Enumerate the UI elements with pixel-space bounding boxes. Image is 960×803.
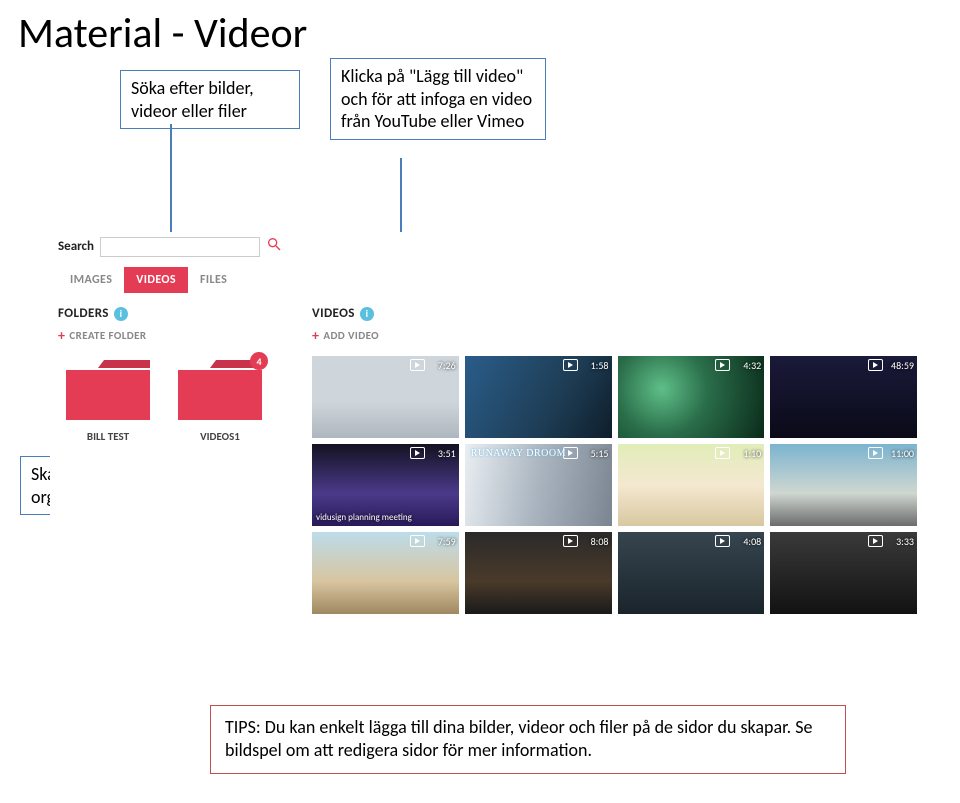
play-icon: [715, 447, 730, 459]
folders-column: FOLDERS i + CREATE FOLDER BILL TEST 4: [58, 306, 288, 614]
tab-videos[interactable]: VIDEOS: [124, 267, 188, 293]
video-duration: 1:10: [743, 447, 761, 460]
video-thumb[interactable]: 8:08: [465, 532, 612, 614]
play-icon: [868, 447, 883, 459]
content-row: FOLDERS i + CREATE FOLDER BILL TEST 4: [50, 294, 925, 614]
play-icon: [715, 535, 730, 547]
search-icon[interactable]: [266, 236, 282, 257]
folders-title: FOLDERS: [58, 306, 109, 321]
add-video-label: ADD VIDEO: [323, 329, 379, 342]
play-icon: [715, 359, 730, 371]
folder-icon: [62, 356, 154, 424]
add-video-button[interactable]: + ADD VIDEO: [312, 327, 917, 344]
video-thumb[interactable]: 7:26: [312, 356, 459, 438]
video-duration: 1:58: [591, 359, 609, 372]
video-thumb[interactable]: 7:59: [312, 532, 459, 614]
folder-item[interactable]: BILL TEST: [58, 356, 158, 443]
video-duration: 3:33: [896, 535, 914, 548]
video-thumb[interactable]: 48:59: [770, 356, 917, 438]
video-grid: 7:26 1:58 4:32 48:59 3:51 vidusign planning m…: [312, 356, 917, 614]
video-duration: 7:26: [438, 359, 456, 372]
video-thumb[interactable]: 3:33: [770, 532, 917, 614]
video-thumb[interactable]: 3:51 vidusign planning meeting: [312, 444, 459, 526]
play-icon: [868, 359, 883, 371]
tab-files[interactable]: FILES: [188, 267, 239, 293]
video-duration: 3:51: [438, 447, 456, 460]
play-icon: [868, 535, 883, 547]
folder-label: BILL TEST: [87, 430, 129, 443]
videos-column: VIDEOS i + ADD VIDEO 7:26 1:58 4:32 48:59 3:…: [312, 306, 917, 614]
play-icon: [563, 359, 578, 371]
folder-badge: 4: [250, 352, 268, 370]
video-thumb[interactable]: 1:58: [465, 356, 612, 438]
video-thumb[interactable]: 11:00: [770, 444, 917, 526]
folder-item[interactable]: 4 VIDEOS1: [170, 356, 270, 443]
play-icon: [410, 535, 425, 547]
videos-header: VIDEOS i: [312, 306, 917, 321]
plus-icon: +: [312, 327, 319, 344]
folder-icon: 4: [174, 356, 266, 424]
video-duration: 4:08: [743, 535, 761, 548]
info-icon[interactable]: i: [114, 307, 128, 321]
play-icon: [410, 359, 425, 371]
video-duration: 5:15: [591, 447, 609, 460]
callout-search: Söka efter bilder, videor eller filer: [120, 70, 300, 129]
tab-images[interactable]: IMAGES: [58, 267, 124, 293]
video-duration: 7:59: [438, 535, 456, 548]
search-row: Search: [50, 232, 925, 267]
plus-icon: +: [58, 327, 65, 344]
play-icon: [410, 447, 425, 459]
folder-row: BILL TEST 4 VIDEOS1: [58, 356, 288, 443]
tips-box: TIPS: Du kan enkelt lägga till dina bild…: [210, 705, 846, 774]
callout-addvideo-text: Klicka på "Lägg till video" och för att …: [341, 65, 532, 132]
tabs-row: IMAGES VIDEOS FILES: [50, 267, 925, 294]
search-input[interactable]: [100, 237, 260, 257]
video-thumb[interactable]: 1:10: [618, 444, 765, 526]
tips-text: TIPS: Du kan enkelt lägga till dina bild…: [225, 716, 812, 761]
folders-header: FOLDERS i: [58, 306, 288, 321]
create-folder-label: CREATE FOLDER: [69, 329, 146, 342]
callout-search-text: Söka efter bilder, videor eller filer: [131, 77, 254, 122]
play-icon: [563, 535, 578, 547]
search-label: Search: [58, 239, 94, 254]
video-thumb[interactable]: 4:32: [618, 356, 765, 438]
video-duration: 8:08: [591, 535, 609, 548]
video-thumb[interactable]: 4:08: [618, 532, 765, 614]
app-panel: Search IMAGES VIDEOS FILES FOLDERS i + C…: [50, 232, 925, 614]
video-overlay-text: RUNAWAY DROOM: [471, 448, 566, 459]
video-thumb[interactable]: 5:15 RUNAWAY DROOM: [465, 444, 612, 526]
info-icon[interactable]: i: [360, 307, 374, 321]
video-duration: 48:59: [891, 359, 914, 372]
video-duration: 4:32: [743, 359, 761, 372]
create-folder-button[interactable]: + CREATE FOLDER: [58, 327, 288, 344]
page-title: Material - Videor: [0, 0, 960, 59]
videos-title: VIDEOS: [312, 306, 355, 321]
callout-addvideo: Klicka på "Lägg till video" och för att …: [330, 58, 546, 140]
folder-label: VIDEOS1: [200, 430, 240, 443]
video-duration: 11:00: [891, 447, 914, 460]
video-title: vidusign planning meeting: [316, 512, 412, 523]
